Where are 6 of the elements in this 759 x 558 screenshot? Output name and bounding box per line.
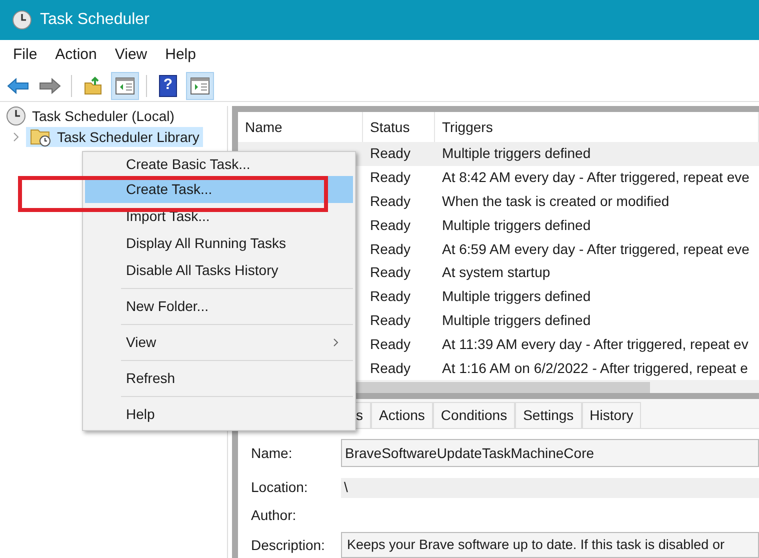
- window-title: Task Scheduler: [40, 10, 150, 30]
- field-label: Name:: [250, 444, 294, 462]
- field-label: Description:: [250, 536, 326, 555]
- location-value: \: [341, 478, 759, 498]
- field-label: Location:: [250, 478, 309, 497]
- field-label: Author:: [250, 506, 298, 524]
